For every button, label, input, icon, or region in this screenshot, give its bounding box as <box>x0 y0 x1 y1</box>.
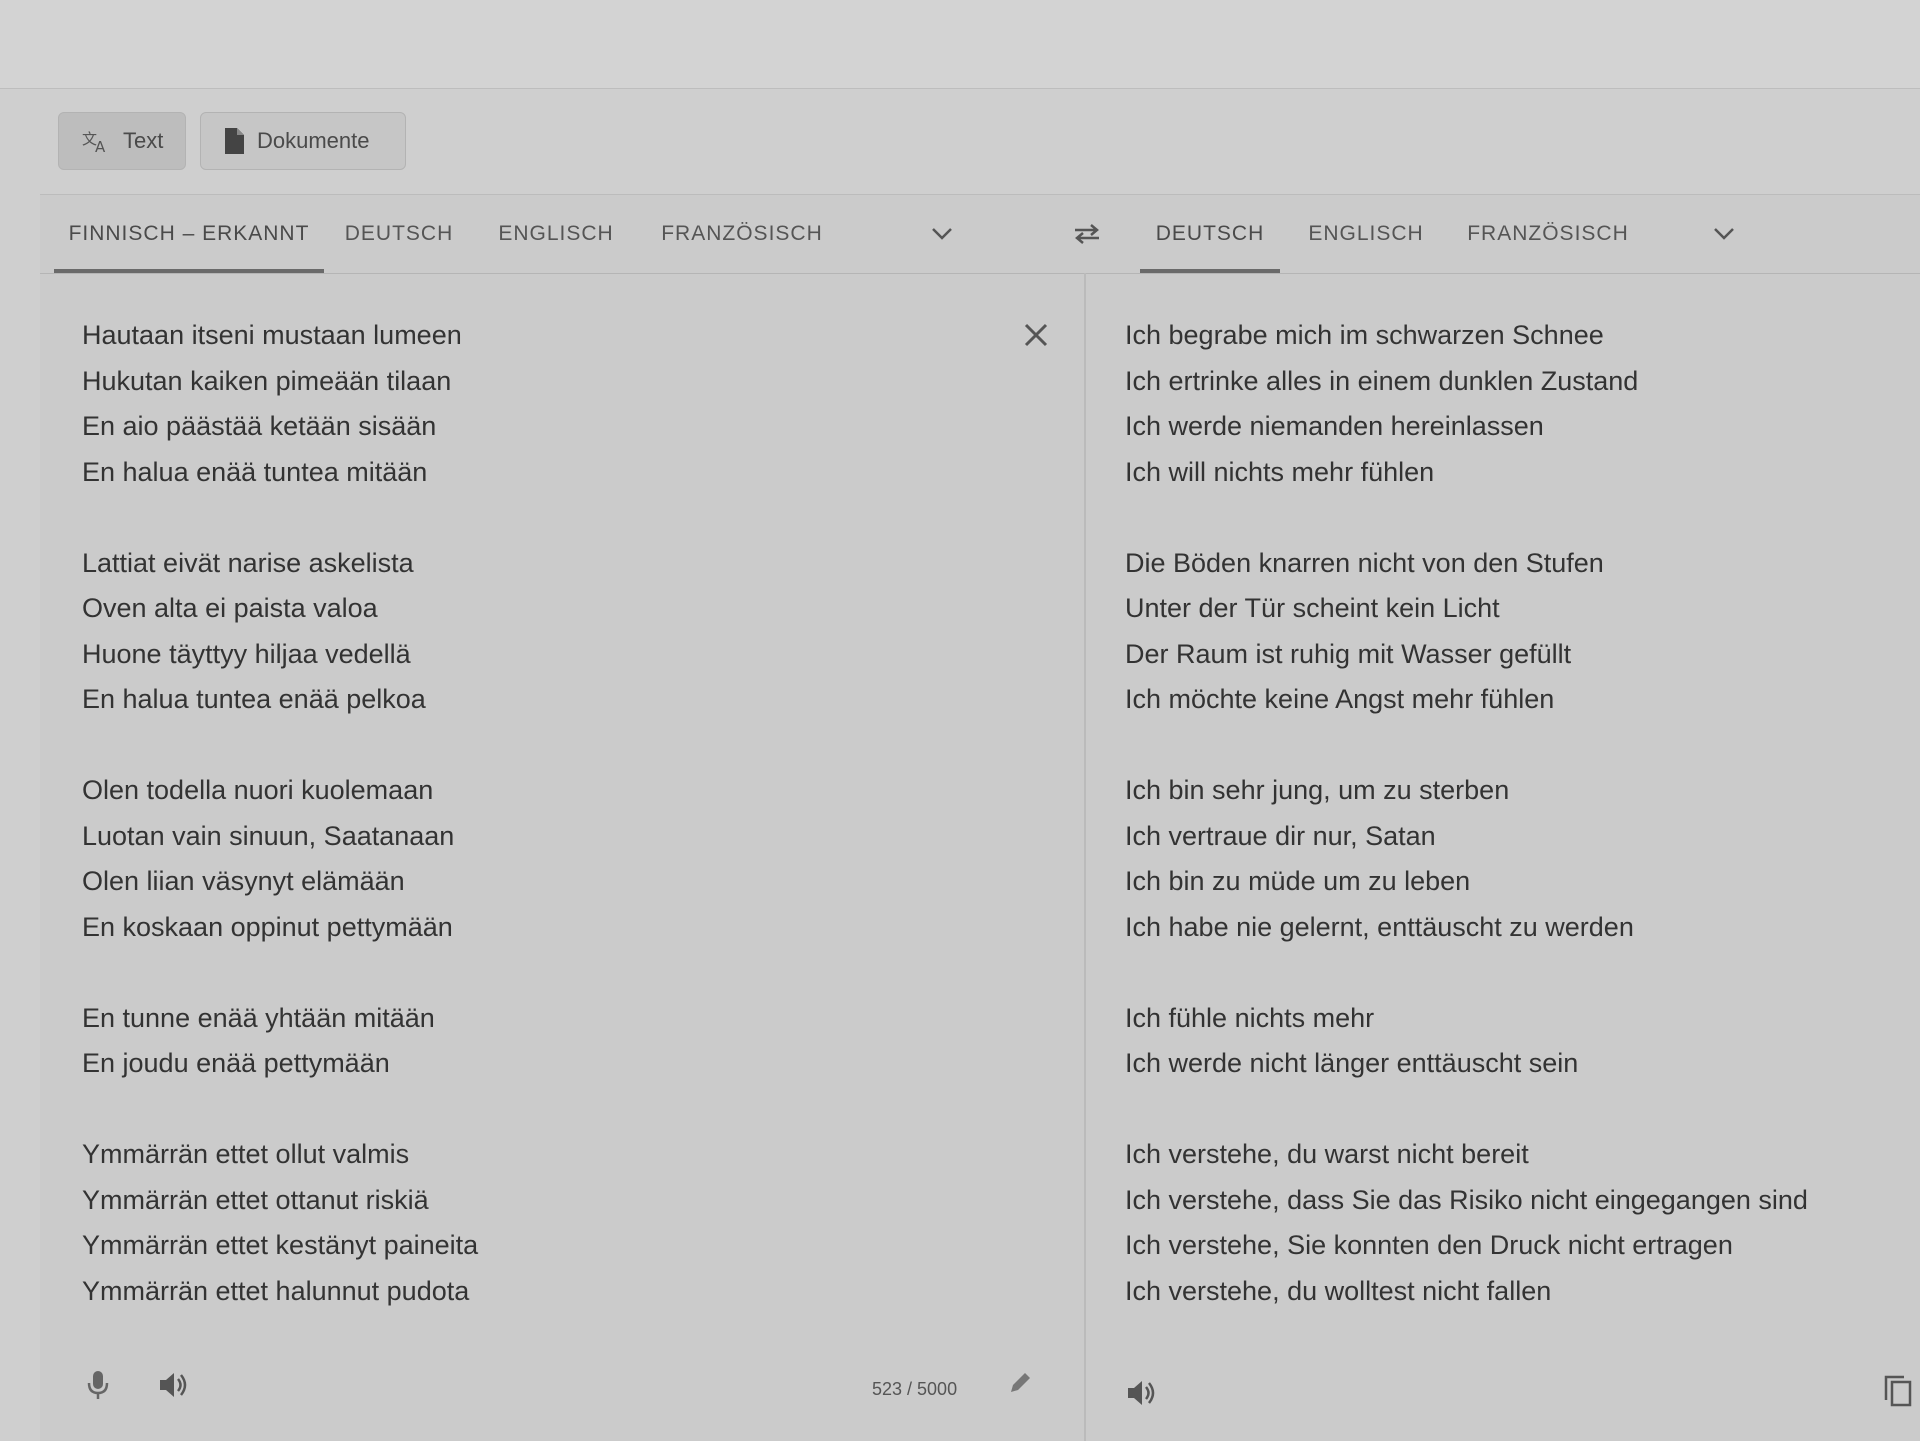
translate-icon: 文 A <box>81 128 111 154</box>
source-line: Oven alta ei paista valoa <box>82 593 378 623</box>
source-line: En joudu enää pettymään <box>82 1048 390 1078</box>
target-line: Ich bin zu müde um zu leben <box>1125 866 1471 896</box>
tab-target-english[interactable]: ENGLISCH <box>1296 195 1436 273</box>
source-line: Huone täyttyy hiljaa vedellä <box>82 638 411 669</box>
target-line: Ich vertraue dir nur, Satan <box>1125 820 1436 851</box>
source-stanza: Olen todella nuori kuolemaan Luotan vain … <box>82 768 478 950</box>
tab-source-german[interactable]: DEUTSCH <box>334 195 464 273</box>
panel-divider <box>1084 273 1086 1441</box>
tab-target-french[interactable]: FRANZÖSISCH <box>1458 195 1638 273</box>
source-line: En halua tuntea enää pelkoa <box>82 684 426 714</box>
target-stanza: Die Böden knarren nicht von den Stufen Un… <box>1125 541 1808 723</box>
target-line: Ich werde nicht länger enttäuscht sein <box>1125 1048 1579 1078</box>
close-icon[interactable] <box>1018 317 1054 353</box>
source-stanza: Lattiat eivät narise askelista Oven alta … <box>82 541 478 723</box>
tab-source-english[interactable]: ENGLISCH <box>486 195 626 273</box>
target-line: Ich begrabe mich im schwarzen Schnee <box>1125 320 1604 350</box>
source-text-area[interactable]: Hautaan itseni mustaan lumeen Hukutan kai… <box>82 313 478 1360</box>
source-line: Ymmärrän ettet ollut valmis <box>82 1139 410 1169</box>
documents-mode-label: Dokumente <box>257 128 370 153</box>
translator-card: FINNISCH – ERKANNT DEUTSCH ENGLISCH FRAN… <box>40 194 1920 1441</box>
target-line: Die Böden knarren nicht von den Stufen <box>1125 547 1604 578</box>
source-line: Luotan vain sinuun, Saatanaan <box>82 820 455 851</box>
target-line: Ich verstehe, du warst nicht bereit <box>1125 1139 1529 1169</box>
source-stanza: Hautaan itseni mustaan lumeen Hukutan kai… <box>82 313 478 495</box>
text-mode-label: Text <box>123 128 164 153</box>
source-line: Olen liian väsynyt elämään <box>82 866 405 896</box>
text-mode-button[interactable]: 文 A Text <box>58 112 186 170</box>
target-line: Ich bin sehr jung, um zu sterben <box>1125 775 1510 805</box>
target-line: Ich werde niemanden hereinlassen <box>1125 411 1544 441</box>
pencil-icon[interactable] <box>1000 1363 1040 1403</box>
target-line: Ich habe nie gelernt, enttäuscht zu werd… <box>1125 911 1634 942</box>
target-speaker-icon[interactable] <box>1122 1373 1162 1413</box>
source-line: En aio päästää ketään sisään <box>82 411 437 441</box>
target-line: Ich verstehe, Sie konnten den Druck nich… <box>1125 1230 1733 1260</box>
target-line: Ich verstehe, du wolltest nicht fallen <box>1125 1275 1552 1306</box>
target-stanza: Ich fühle nichts mehr Ich werde nicht län… <box>1125 996 1808 1087</box>
character-count: 523 / 5000 <box>872 1379 958 1399</box>
target-stanza: Ich begrabe mich im schwarzen Schnee Ich … <box>1125 313 1808 495</box>
top-bar <box>0 0 1920 89</box>
source-line: Ymmärrän ettet ottanut riskiä <box>82 1184 429 1215</box>
source-line: Lattiat eivät narise askelista <box>82 547 414 578</box>
target-languages-chevron-down-icon[interactable] <box>1707 217 1741 251</box>
tab-source-detected[interactable]: FINNISCH – ERKANNT <box>54 195 324 273</box>
target-line: Unter der Tür scheint kein Licht <box>1125 593 1500 623</box>
target-line: Ich verstehe, dass Sie das Risiko nicht … <box>1125 1184 1808 1215</box>
source-stanza: Ymmärrän ettet ollut valmis Ymmärrän ette… <box>82 1132 478 1314</box>
source-line: En tunne enää yhtään mitään <box>82 1002 435 1033</box>
source-line: Hautaan itseni mustaan lumeen <box>82 320 462 350</box>
target-line: Ich will nichts mehr fühlen <box>1125 456 1435 487</box>
target-stanza: Ich verstehe, du warst nicht bereit Ich v… <box>1125 1132 1808 1314</box>
svg-text:A: A <box>95 138 106 154</box>
source-line: Olen todella nuori kuolemaan <box>82 775 434 805</box>
document-icon <box>223 127 245 155</box>
target-line: Ich möchte keine Angst mehr fühlen <box>1125 684 1555 714</box>
source-line: En halua enää tuntea mitään <box>82 456 428 487</box>
documents-mode-button[interactable]: Dokumente <box>200 112 406 170</box>
source-speaker-icon[interactable] <box>154 1365 194 1405</box>
target-line: Ich ertrinke alles in einem dunklen Zust… <box>1125 365 1639 396</box>
tab-target-german[interactable]: DEUTSCH <box>1140 195 1280 273</box>
source-line: Ymmärrän ettet halunnut pudota <box>82 1275 470 1306</box>
source-stanza: En tunne enää yhtään mitään En joudu enää… <box>82 996 478 1087</box>
language-bar: FINNISCH – ERKANNT DEUTSCH ENGLISCH FRAN… <box>40 195 1920 274</box>
tab-source-french[interactable]: FRANZÖSISCH <box>652 195 832 273</box>
source-line: Hukutan kaiken pimeään tilaan <box>82 365 452 396</box>
target-stanza: Ich bin sehr jung, um zu sterben Ich vert… <box>1125 768 1808 950</box>
copy-icon[interactable] <box>1878 1371 1918 1411</box>
source-line: Ymmärrän ettet kestänyt paineita <box>82 1230 479 1260</box>
source-line: En koskaan oppinut pettymään <box>82 911 453 942</box>
target-line: Ich fühle nichts mehr <box>1125 1002 1375 1033</box>
swap-icon[interactable] <box>1070 217 1104 251</box>
microphone-icon[interactable] <box>78 1365 118 1405</box>
translation-output: Ich begrabe mich im schwarzen Schnee Ich … <box>1125 313 1808 1360</box>
source-languages-chevron-down-icon[interactable] <box>925 217 959 251</box>
target-line: Der Raum ist ruhig mit Wasser gefüllt <box>1125 638 1572 669</box>
